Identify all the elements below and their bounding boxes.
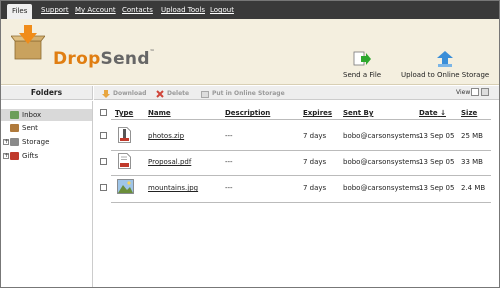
file-name-link[interactable]: mountains.jpg <box>148 184 198 192</box>
folder-inbox[interactable]: Inbox <box>1 109 92 121</box>
row-checkbox[interactable] <box>100 158 107 165</box>
row-divider <box>111 175 491 176</box>
row-checkbox[interactable] <box>100 132 107 139</box>
file-size: 25 MB <box>461 132 483 140</box>
view-label: View <box>456 89 471 96</box>
select-all-checkbox[interactable] <box>100 109 107 116</box>
file-description: --- <box>225 158 233 166</box>
header-divider <box>111 119 491 120</box>
dropsend-box-icon <box>11 25 45 60</box>
tab-my-account[interactable]: My Account <box>75 3 116 19</box>
sent-folder-icon <box>10 124 19 132</box>
upload-online-label: Upload to Online Storage <box>401 71 490 79</box>
column-sent-by[interactable]: Sent By <box>343 109 373 117</box>
file-expires: 7 days <box>303 158 327 166</box>
send-file-label: Send a File <box>343 71 382 79</box>
file-description: --- <box>225 132 233 140</box>
dropsend-window: Files Support My Account Contacts Upload… <box>0 0 500 288</box>
folder-label: Storage <box>22 138 50 146</box>
upload-online-storage-button[interactable]: Upload to Online Storage <box>401 51 489 79</box>
pdf-file-icon <box>118 153 131 169</box>
sort-desc-icon: ↓ <box>440 109 446 117</box>
column-description[interactable]: Description <box>225 109 270 117</box>
row-checkbox[interactable] <box>100 184 107 191</box>
column-expires[interactable]: Expires <box>303 109 332 117</box>
online-storage-icon <box>201 90 209 98</box>
column-date[interactable]: Date ↓ <box>419 109 446 117</box>
inbox-folder-icon <box>10 111 19 119</box>
column-size[interactable]: Size <box>461 109 477 117</box>
gifts-folder-icon <box>10 152 19 160</box>
expand-toggle-icon[interactable]: + <box>3 139 9 145</box>
grid-view-icon[interactable] <box>481 88 489 96</box>
file-description: --- <box>225 184 233 192</box>
tab-upload-tools[interactable]: Upload Tools <box>161 3 205 19</box>
top-nav: Files Support My Account Contacts Upload… <box>1 1 499 20</box>
file-sent-by: bobo@carsonsystems. <box>343 158 423 166</box>
tab-support[interactable]: Support <box>41 3 69 19</box>
image-file-icon <box>117 179 134 194</box>
file-expires: 7 days <box>303 132 327 140</box>
file-sent-by: bobo@carsonsystems. <box>343 132 423 140</box>
upload-online-icon <box>437 51 454 67</box>
dropsend-logo[interactable]: DropSend™ <box>53 49 155 69</box>
file-date: 13 Sep 05 <box>419 132 455 140</box>
tab-contacts[interactable]: Contacts <box>122 3 153 19</box>
expand-toggle-icon[interactable]: + <box>3 153 9 159</box>
send-file-icon <box>353 51 372 66</box>
delete-button[interactable]: Delete <box>156 89 189 98</box>
file-name-link[interactable]: photos.zip <box>148 132 184 140</box>
folder-label: Inbox <box>22 111 42 119</box>
folder-gifts[interactable]: + Gifts <box>1 150 92 162</box>
zip-file-icon <box>118 127 131 143</box>
send-file-button[interactable]: Send a File <box>343 51 381 79</box>
folder-storage[interactable]: + Storage <box>1 136 92 148</box>
header: DropSend™ Send a File Upload to Online S… <box>1 19 499 85</box>
download-icon <box>102 89 110 98</box>
file-name-link[interactable]: Proposal.pdf <box>148 158 191 166</box>
list-view-icon[interactable] <box>471 88 479 96</box>
delete-icon <box>156 89 164 98</box>
folder-label: Sent <box>22 124 38 132</box>
file-date: 13 Sep 05 <box>419 158 455 166</box>
folder-sent[interactable]: Sent <box>1 122 92 134</box>
folder-label: Gifts <box>22 152 39 160</box>
file-expires: 7 days <box>303 184 327 192</box>
column-type[interactable]: Type <box>115 109 133 117</box>
file-size: 33 MB <box>461 158 483 166</box>
put-online-storage-button[interactable]: Put in Online Storage <box>201 89 285 98</box>
file-date: 13 Sep 05 <box>419 184 455 192</box>
file-size: 2.4 MB <box>461 184 486 192</box>
row-divider <box>111 202 491 203</box>
file-toolbar: Download Delete Put in Online Storage Vi… <box>94 86 499 100</box>
file-sent-by: bobo@carsonsystems. <box>343 184 423 192</box>
folders-pane: Inbox Sent + Storage + Gifts <box>1 101 93 287</box>
download-button[interactable]: Download <box>102 89 146 98</box>
column-name[interactable]: Name <box>148 109 171 117</box>
folders-title: Folders <box>1 86 93 100</box>
row-divider <box>111 150 491 151</box>
tab-logout[interactable]: Logout <box>210 3 234 19</box>
storage-folder-icon <box>10 138 19 146</box>
tab-files[interactable]: Files <box>7 4 33 20</box>
